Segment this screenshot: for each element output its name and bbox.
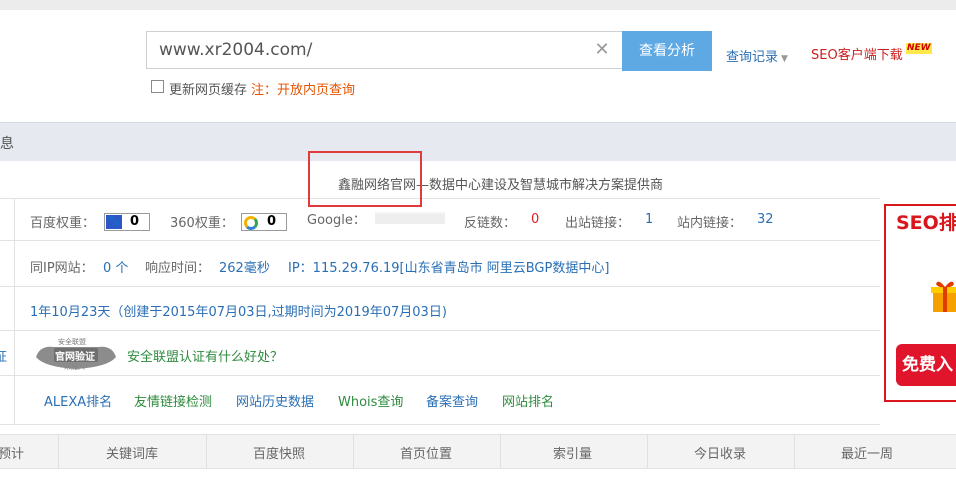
gift-icon <box>931 281 956 312</box>
column-divider <box>14 198 15 424</box>
inner-page-note: 注：开放内页查询 <box>251 83 356 98</box>
th-divider <box>647 434 648 468</box>
analyze-button[interactable]: 查看分析 <box>622 31 712 71</box>
new-badge: NEW <box>906 43 932 54</box>
backlinks-label: 反链数： <box>464 216 517 231</box>
baidu-weight-value: 0 <box>130 214 140 229</box>
row-divider <box>0 286 880 287</box>
badge-main-text: 官网验证 <box>55 352 95 363</box>
response-time-value: 262毫秒 <box>219 261 270 276</box>
th-snapshot: 百度快照 <box>253 447 306 462</box>
th-week: 最近一周 <box>841 447 894 462</box>
outlinks-label: 出站链接： <box>565 216 631 231</box>
row-divider <box>0 375 880 376</box>
th-divider <box>58 434 59 468</box>
th-divider <box>206 434 207 468</box>
360-weight-badge[interactable]: 0 <box>241 213 287 231</box>
domain-age: 1年10月23天（创建于2015年07月03日,过期时间为2019年07月03日… <box>30 305 447 320</box>
baidu-weight-label: 百度权重： <box>30 216 96 231</box>
ip-location[interactable]: IP：115.29.76.19[山东省青岛市 阿里云BGP数据中心] <box>288 257 609 276</box>
tool-history-data[interactable]: 网站历史数据 <box>236 391 314 410</box>
tool-icp[interactable]: 备案查询 <box>426 391 478 410</box>
outlinks-value[interactable]: 1 <box>645 212 653 227</box>
clear-icon[interactable]: ✕ <box>592 38 612 62</box>
caret-down-icon: ▼ <box>781 54 788 64</box>
table-first-row <box>0 468 956 481</box>
th-index: 索引量 <box>553 447 593 462</box>
tool-whois[interactable]: Whois查询 <box>338 391 403 410</box>
seo-ad-banner[interactable]: SEO排 免费入 <box>884 204 956 402</box>
backlinks-value[interactable]: 0 <box>531 212 539 227</box>
baidu-weight-badge[interactable]: 🐾 0 <box>104 213 150 231</box>
google-label: Google： <box>307 213 366 228</box>
th-divider <box>794 434 795 468</box>
section-header <box>0 122 956 161</box>
360-logo-icon <box>244 216 258 230</box>
cert-row-label: 证 <box>0 350 8 365</box>
inlinks-value[interactable]: 32 <box>757 212 774 227</box>
th-home-position: 首页位置 <box>400 447 453 462</box>
highlight-box <box>308 151 422 207</box>
response-time-label: 响应时间： <box>145 261 211 276</box>
seo-client-download-link[interactable]: SEO客户端下载 <box>811 44 903 63</box>
query-history-label: 查询记录 <box>726 50 779 65</box>
free-join-button[interactable]: 免费入 <box>896 344 956 386</box>
th-divider <box>500 434 501 468</box>
360-weight-label: 360权重： <box>170 216 234 231</box>
badge-sub-text: 未加入 <box>64 363 85 371</box>
tool-friend-links[interactable]: 友情链接检测 <box>134 391 212 410</box>
same-ip-value[interactable]: 0 个 <box>103 257 128 276</box>
url-search-input[interactable]: www.xr2004.com/ <box>146 31 622 69</box>
tool-site-rank[interactable]: 网站排名 <box>502 391 554 410</box>
row-divider <box>0 198 880 199</box>
th-keywords: 关键词库 <box>106 447 159 462</box>
section-title: 信息 <box>0 136 14 152</box>
update-cache-label[interactable]: 更新网页缓存 <box>169 79 247 98</box>
360-weight-value: 0 <box>267 214 277 229</box>
th-today: 今日收录 <box>694 447 747 462</box>
inlinks-label: 站内链接： <box>677 216 743 231</box>
query-history-dropdown[interactable]: 查询记录 ▼ <box>726 46 788 65</box>
tool-alexa[interactable]: ALEXA排名 <box>44 391 112 410</box>
badge-top-text: 安全联盟 <box>58 338 86 346</box>
same-ip-label: 同IP网站： <box>30 261 94 276</box>
baidu-paw-icon: 🐾 <box>106 215 122 229</box>
th-divider <box>353 434 354 468</box>
ad-title: SEO排 <box>896 212 956 234</box>
update-cache-checkbox[interactable] <box>151 80 164 93</box>
cert-benefit-link[interactable]: 安全联盟认证有什么好处？ <box>127 346 283 365</box>
th-estimate: 预计 <box>0 447 25 462</box>
row-divider <box>0 240 880 241</box>
row-divider <box>0 424 880 425</box>
top-bar <box>0 0 956 10</box>
google-pr-bar <box>375 212 445 224</box>
row-divider <box>0 330 880 331</box>
